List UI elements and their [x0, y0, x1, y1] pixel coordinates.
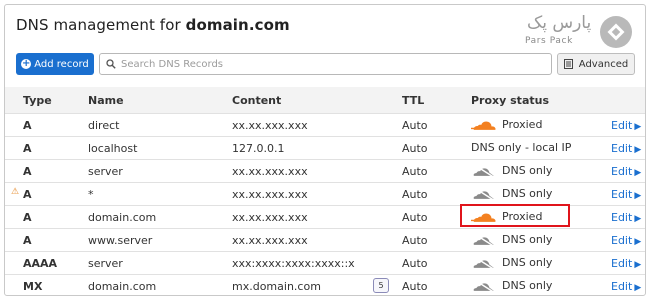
record-name: domain.com [88, 280, 157, 293]
proxied-highlight-box [460, 204, 570, 227]
plus-icon: + [21, 58, 32, 69]
record-ttl: Auto [402, 188, 428, 201]
column-header-ttl[interactable]: TTL [402, 94, 424, 107]
search-input[interactable] [121, 58, 541, 70]
edit-link[interactable]: Edit ▶ [611, 257, 641, 270]
record-name: server [88, 257, 123, 270]
record-content: xx.xx.xxx.xxx [232, 234, 308, 247]
record-name: domain.com [88, 211, 157, 224]
column-header-name[interactable]: Name [88, 94, 124, 107]
domain-name: domain.com [185, 16, 290, 34]
edit-link[interactable]: Edit ▶ [611, 234, 641, 247]
table-row: MX domain.com mx.domain.com 5 Auto DNS only Ed… [5, 274, 645, 295]
proxy-status[interactable]: DNS only [471, 256, 552, 269]
table-header: Type Name Content TTL Proxy status [5, 87, 645, 113]
record-type: MX [23, 280, 43, 293]
dns-only-cloud-icon [471, 233, 497, 246]
record-type: A [23, 142, 32, 155]
caret-right-icon: ▶ [634, 237, 642, 247]
dns-only-cloud-icon [471, 164, 497, 177]
brand-name-en: Pars Pack [525, 36, 573, 46]
table-row: Aserver xx.xx.xxx.xxx Auto DNS only Edit ▶ [5, 159, 645, 182]
proxy-status[interactable]: DNS only [471, 279, 552, 292]
record-name: www.server [88, 234, 153, 247]
edit-link[interactable]: Edit ▶ [611, 119, 641, 132]
brand-mark-icon [600, 16, 632, 48]
caret-right-icon: ▶ [634, 214, 642, 224]
caret-right-icon: ▶ [634, 168, 642, 178]
table-row: AAAA server xxx:xxxx:xxxx:xxxx::x Auto DNS o… [5, 251, 645, 274]
caret-right-icon: ▶ [634, 260, 642, 270]
table-row: ⚠ A * xx.xx.xxx.xxx Auto DNS only Edit ▶ [5, 182, 645, 205]
record-type: AAAA [23, 257, 58, 270]
brand-logo: پارس پک Pars Pack [523, 11, 633, 55]
edit-link[interactable]: Edit ▶ [611, 211, 641, 224]
proxy-status[interactable]: DNS only [471, 187, 552, 200]
caret-right-icon: ▶ [634, 122, 642, 132]
edit-link[interactable]: Edit ▶ [611, 142, 641, 155]
search-box[interactable] [99, 53, 552, 75]
record-ttl: Auto [402, 165, 428, 178]
proxy-status[interactable]: DNS only [471, 233, 552, 246]
record-content: 127.0.0.1 [232, 142, 285, 155]
column-header-content[interactable]: Content [232, 94, 281, 107]
record-content: xx.xx.xxx.xxx [232, 211, 308, 224]
edit-link[interactable]: Edit ▶ [611, 165, 641, 178]
proxied-cloud-icon [471, 118, 497, 131]
record-type: A [23, 188, 32, 201]
record-ttl: Auto [402, 234, 428, 247]
caret-right-icon: ▶ [634, 191, 642, 201]
record-ttl: Auto [402, 142, 428, 155]
proxy-status[interactable]: Proxied [471, 118, 542, 131]
record-content: xxx:xxxx:xxxx:xxxx::x [232, 257, 355, 270]
dns-panel: DNS management for domain.com پارس پک Pa… [4, 4, 646, 296]
proxy-status[interactable]: DNS only - local IP [471, 141, 571, 154]
record-name: * [88, 188, 94, 201]
search-icon [106, 59, 116, 69]
record-type: A [23, 119, 32, 132]
proxy-status[interactable]: DNS only [471, 164, 552, 177]
record-name: direct [88, 119, 120, 132]
priority-badge: 5 [373, 278, 389, 293]
column-header-proxy-status[interactable]: Proxy status [471, 94, 549, 107]
record-ttl: Auto [402, 257, 428, 270]
table-row: Awww.server xx.xx.xxx.xxx Auto DNS only Edit… [5, 228, 645, 251]
record-name: localhost [88, 142, 138, 155]
table-row: Adirect xx.xx.xxx.xxx Auto Proxied Edit ▶ [5, 113, 645, 136]
record-content: xx.xx.xxx.xxx [232, 119, 308, 132]
record-ttl: Auto [402, 119, 428, 132]
table-row: Alocalhost 127.0.0.1 Auto DNS only - local … [5, 136, 645, 159]
record-type: A [23, 165, 32, 178]
record-content: xx.xx.xxx.xxx [232, 188, 308, 201]
advanced-button[interactable]: Advanced [557, 53, 635, 75]
dns-only-cloud-icon [471, 256, 497, 269]
page-title: DNS management for domain.com [16, 16, 290, 34]
record-ttl: Auto [402, 280, 428, 293]
caret-right-icon: ▶ [634, 283, 642, 293]
document-icon [563, 59, 573, 69]
brand-name-fa: پارس پک [527, 13, 592, 33]
caret-right-icon: ▶ [634, 145, 642, 155]
edit-link[interactable]: Edit ▶ [611, 188, 641, 201]
record-type: A [23, 211, 32, 224]
warning-icon: ⚠ [11, 187, 20, 197]
column-header-type[interactable]: Type [23, 94, 52, 107]
record-type: A [23, 234, 32, 247]
record-content: mx.domain.com [232, 280, 321, 293]
record-content: xx.xx.xxx.xxx [232, 165, 308, 178]
edit-link[interactable]: Edit ▶ [611, 280, 641, 293]
dns-only-cloud-icon [471, 279, 497, 292]
record-ttl: Auto [402, 211, 428, 224]
record-name: server [88, 165, 123, 178]
dns-only-cloud-icon [471, 187, 497, 200]
add-record-button[interactable]: + Add record [16, 53, 94, 75]
